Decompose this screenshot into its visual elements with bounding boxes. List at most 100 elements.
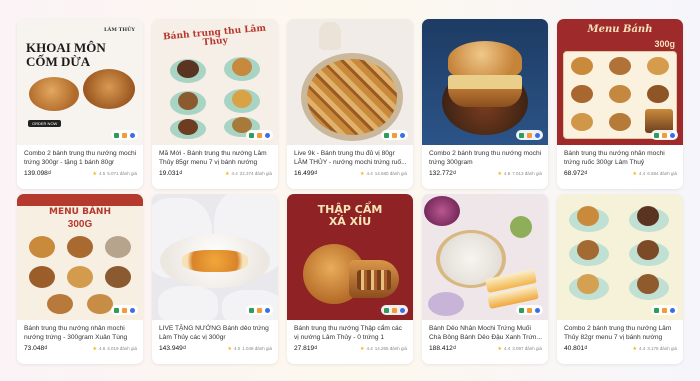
product-card-1[interactable]: LÂM THỦY KHOAI MÔN CỐM DỪA ORDER NOW Com… (17, 19, 143, 189)
product-card-2[interactable]: Bánh trung thu Lâm Thủy Mã Mới - Bánh tr… (152, 19, 278, 189)
product-image-4[interactable] (422, 19, 548, 145)
product-title[interactable]: Bánh Dẻo Nhân Mochi Trứng Muối Chà Bông … (429, 324, 542, 342)
image-icon[interactable] (654, 132, 659, 138)
flower-image (424, 196, 460, 226)
star-icon: ★ (497, 170, 502, 177)
product-card-8[interactable]: THẬP CẨM XÁ XÍU Bánh trung thu nướng Thậ… (287, 194, 413, 364)
info-icon[interactable] (670, 132, 675, 138)
product-rating: ★ 4.4 14.680 đánh giá (359, 170, 407, 177)
thumb-headline: KHOAI MÔN CỐM DỪA (26, 40, 106, 69)
info-icon[interactable] (265, 307, 270, 313)
product-rating: ★ 4.4 22.374 đánh giá (224, 170, 272, 177)
product-card-10[interactable]: Combo 2 bánh trung thu nướng Lâm Thủy 82… (557, 194, 683, 364)
edit-icon[interactable] (527, 307, 532, 313)
edit-icon[interactable] (122, 132, 127, 138)
product-price: 19.031₫ (159, 170, 183, 177)
edit-icon[interactable] (122, 307, 127, 313)
image-actions (651, 305, 678, 315)
product-title[interactable]: Combo 2 bánh trung thu nướng mochi trứng… (24, 149, 137, 167)
product-image-9[interactable] (422, 194, 548, 320)
mooncake-image (448, 41, 522, 79)
product-price: 68.972₫ (564, 170, 588, 177)
product-title[interactable]: Combo 2 bánh trung thu nướng mochi trứng… (429, 149, 542, 167)
product-price: 139.098₫ (24, 170, 52, 177)
edit-icon[interactable] (257, 132, 262, 138)
star-icon: ★ (227, 345, 232, 352)
thumb-headline: THẬP CẨM XÁ XÍU (317, 203, 383, 228)
product-title[interactable]: LIVE TẶNG NƯỚNG Bánh dẻo trứng Lâm Thủy … (159, 324, 272, 342)
image-icon[interactable] (654, 307, 659, 313)
image-icon[interactable] (249, 307, 254, 313)
product-title[interactable]: Bánh trung thu nướng nhân mochi trứng ru… (564, 149, 677, 167)
star-icon: ★ (497, 345, 502, 352)
image-icon[interactable] (519, 132, 524, 138)
image-icon[interactable] (384, 132, 389, 138)
edit-icon[interactable] (662, 132, 667, 138)
product-rating: ★ 4.4 3.097 đánh giá (497, 345, 542, 352)
product-title[interactable]: Live 9k - Bánh trung thu đủ vị 80gr LÂM … (294, 149, 407, 167)
product-title[interactable]: Bánh trung thu nướng Thập cẩm các vị nướ… (294, 324, 407, 342)
info-icon[interactable] (535, 307, 540, 313)
image-actions (381, 130, 408, 140)
image-actions (516, 130, 543, 140)
info-icon[interactable] (400, 132, 405, 138)
image-actions (111, 305, 138, 315)
thumb-headline: MENU BÁNH (49, 207, 111, 217)
image-icon[interactable] (384, 307, 389, 313)
thumb-subheadline: 300g (654, 39, 675, 49)
image-icon[interactable] (114, 307, 119, 313)
product-card-5[interactable]: Menu Bánh 300g Bánh trung thu nướng nhân… (557, 19, 683, 189)
product-rating: ★ 4.5 5.071 đánh giá (92, 170, 137, 177)
product-card-3[interactable]: Live 9k - Bánh trung thu đủ vị 80gr LÂM … (287, 19, 413, 189)
star-icon: ★ (359, 345, 365, 352)
info-icon[interactable] (400, 307, 405, 313)
image-actions (516, 305, 543, 315)
vase-image (319, 22, 341, 50)
star-icon: ★ (92, 170, 97, 177)
product-card-4[interactable]: Combo 2 bánh trung thu nướng mochi trứng… (422, 19, 548, 189)
info-icon[interactable] (130, 132, 135, 138)
info-icon[interactable] (535, 132, 540, 138)
product-card-7[interactable]: LIVE TẶNG NƯỚNG Bánh dẻo trứng Lâm Thủy … (152, 194, 278, 364)
product-rating: ★ 4.0 1.049 đánh giá (227, 345, 272, 352)
product-rating: ★ 4.4 6.584 đánh giá (632, 170, 677, 177)
product-image-8[interactable]: THẬP CẨM XÁ XÍU (287, 194, 413, 320)
product-price: 40.801₫ (564, 345, 588, 352)
product-rating: ★ 4.4 3.175 đánh giá (632, 345, 677, 352)
info-icon[interactable] (130, 307, 135, 313)
edit-icon[interactable] (257, 307, 262, 313)
edit-icon[interactable] (392, 132, 397, 138)
image-icon[interactable] (114, 132, 119, 138)
product-image-5[interactable]: Menu Bánh 300g (557, 19, 683, 145)
product-title[interactable]: Mã Mới - Bánh trung thu nướng Lâm Thủy 8… (159, 149, 272, 167)
info-icon[interactable] (265, 132, 270, 138)
product-title[interactable]: Combo 2 bánh trung thu nướng Lâm Thủy 82… (564, 324, 677, 342)
product-image-1[interactable]: LÂM THỦY KHOAI MÔN CỐM DỪA ORDER NOW (17, 19, 143, 145)
product-rating: ★ 4.6 4.019 đánh giá (92, 345, 137, 352)
edit-icon[interactable] (527, 132, 532, 138)
product-image-6[interactable]: MENU BÁNH 300G (17, 194, 143, 320)
image-icon[interactable] (249, 132, 254, 138)
product-card-9[interactable]: Bánh Dẻo Nhân Mochi Trứng Muối Chà Bông … (422, 194, 548, 364)
thumb-subheadline: 300G (67, 219, 93, 230)
edit-icon[interactable] (662, 307, 667, 313)
image-icon[interactable] (519, 307, 524, 313)
product-image-3[interactable] (287, 19, 413, 145)
mooncake-image (83, 69, 135, 109)
product-image-2[interactable]: Bánh trung thu Lâm Thủy (152, 19, 278, 145)
product-image-7[interactable] (152, 194, 278, 320)
product-card-6[interactable]: MENU BÁNH 300G Bánh trung thu nướng nhân… (17, 194, 143, 364)
product-image-10[interactable] (557, 194, 683, 320)
image-actions (246, 130, 273, 140)
info-icon[interactable] (670, 307, 675, 313)
star-icon: ★ (359, 170, 365, 177)
edit-icon[interactable] (392, 307, 397, 313)
brand-logo: LÂM THỦY (103, 27, 135, 33)
order-now-button[interactable]: ORDER NOW (28, 120, 62, 127)
product-price: 27.819₫ (294, 345, 318, 352)
star-icon: ★ (224, 170, 230, 177)
product-grid: LÂM THỦY KHOAI MÔN CỐM DỪA ORDER NOW Com… (17, 19, 683, 364)
image-actions (651, 130, 678, 140)
product-title[interactable]: Bánh trung thu nướng nhân mochi nướng tr… (24, 324, 137, 342)
star-icon: ★ (92, 345, 97, 352)
